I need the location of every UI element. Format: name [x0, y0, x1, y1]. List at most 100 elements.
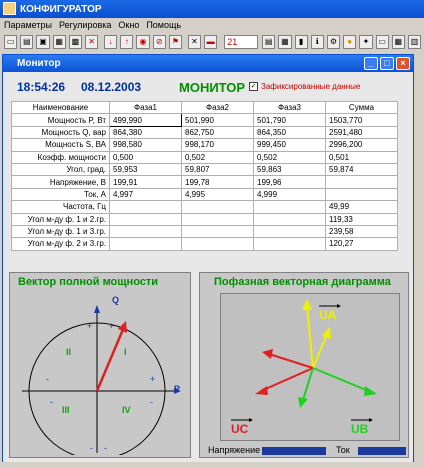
table-cell[interactable]: 998,170 [181, 138, 254, 152]
power-vector-title: Вектор полной мощности [18, 276, 159, 288]
open-folder-icon[interactable]: ▤ [20, 35, 34, 49]
battery-icon[interactable]: ▮ [294, 35, 308, 49]
measurements-table: Наименование Фаза1 Фаза2 Фаза3 Сумма Мощ… [11, 100, 398, 251]
table-cell[interactable] [325, 187, 398, 202]
table-cell[interactable]: 0,501 [325, 150, 398, 164]
app-icon [3, 2, 16, 15]
print-icon[interactable]: ▦ [52, 35, 66, 49]
upload-icon[interactable]: ↑ [120, 35, 134, 49]
table-cell[interactable]: 2591,480 [325, 125, 398, 140]
table-cell[interactable]: 0,502 [181, 150, 254, 164]
stop-device-icon[interactable]: ✕ [85, 35, 99, 49]
table-cell[interactable]: 0,500 [109, 150, 182, 164]
table-cell[interactable] [181, 224, 254, 239]
table-icon[interactable]: ▤ [262, 35, 276, 49]
row-label: Угол м-ду ф. 1 и 3.гр. [11, 224, 110, 239]
power-vector-panel: Вектор полной мощности Q P I II III IV +… [9, 272, 191, 458]
connect-icon[interactable]: ◉ [136, 35, 150, 49]
row-label: Угол м-ду ф. 1 и 2.гр. [11, 212, 110, 226]
menu-item-adjustment[interactable]: Регулировка [59, 20, 111, 30]
new-file-icon[interactable]: ▭ [4, 35, 18, 49]
table-cell[interactable] [109, 237, 182, 251]
calculator-icon[interactable]: ▦ [278, 35, 292, 49]
table-cell[interactable]: 862,750 [181, 125, 254, 140]
table-cell[interactable]: 59,874 [325, 162, 398, 177]
monitor-window-titlebar: Монитор _ □ × [3, 55, 413, 72]
table-row: Угол м-ду ф. 1 и 2.гр. 119,33 [11, 212, 398, 226]
maximize-button[interactable]: □ [380, 57, 394, 70]
table-cell[interactable]: 864,350 [253, 125, 326, 140]
disconnect-icon[interactable]: ⊘ [152, 35, 166, 49]
grid-icon[interactable]: ▦ [391, 35, 405, 49]
table-cell[interactable]: 199,96 [253, 175, 326, 189]
table-cell[interactable]: 2996,200 [325, 138, 398, 152]
table-cell[interactable]: 0,502 [253, 150, 326, 164]
phase-vectors [231, 299, 377, 422]
menu-item-parameters[interactable]: Параметры [4, 20, 52, 30]
table-row: Напряжение, В 199,91 199,78 199,96 [11, 175, 398, 189]
table-cell[interactable] [181, 200, 254, 214]
lamp-icon[interactable]: ● [343, 35, 357, 49]
download-icon[interactable]: ↓ [104, 35, 118, 49]
table-cell[interactable]: 4,997 [109, 187, 182, 202]
quadrant-sign: + [109, 321, 115, 331]
meter-icon[interactable]: ▬ [204, 35, 218, 49]
table-cell[interactable]: 499,990 [109, 113, 182, 127]
ib-arrowhead-icon [298, 397, 308, 408]
menu-item-window[interactable]: Окно [118, 20, 139, 30]
uc-voltage-vector [260, 367, 314, 392]
table-cell[interactable]: 199,91 [109, 175, 182, 189]
time-readout: 18:54:26 [17, 80, 66, 94]
fixed-data-checkbox[interactable]: ✓ [249, 82, 258, 91]
info-icon[interactable]: ℹ [310, 35, 324, 49]
table-cell[interactable]: 998,580 [109, 138, 182, 152]
table-cell[interactable] [253, 212, 326, 226]
device-icon[interactable]: ▩ [68, 35, 83, 49]
table-cell[interactable]: 59,807 [181, 162, 254, 177]
table-cell[interactable] [253, 224, 326, 239]
ua-arrowhead-icon [302, 299, 312, 310]
monitor-icon[interactable]: ▭ [375, 35, 389, 49]
flag-icon[interactable]: ⚑ [168, 35, 183, 49]
toolbar: ▭ ▤ ▣ ▦ ▩ ✕ ↓ ↑ ◉ ⊘ ⚑ ✕ ▬ 21 ▤ ▦ ▮ ℹ ⚙ ●… [0, 32, 424, 52]
table-cell[interactable] [109, 200, 182, 214]
table-cell[interactable]: 1503,770 [325, 113, 398, 127]
quadrant-label: I [124, 347, 127, 357]
cancel-icon[interactable]: ✕ [187, 35, 202, 49]
table-cell[interactable]: 999,450 [253, 138, 326, 152]
magic-icon[interactable]: ✦ [359, 35, 373, 49]
table-cell[interactable] [253, 237, 326, 251]
address-field[interactable]: 21 [224, 35, 259, 49]
table-cell[interactable]: 119,33 [325, 212, 398, 226]
table-cell[interactable] [253, 200, 326, 214]
quadrant-label: II [66, 347, 72, 357]
table-cell[interactable]: 239,58 [325, 224, 398, 239]
power-vector [95, 326, 126, 392]
table-cell[interactable]: 199,78 [181, 175, 254, 189]
current-legend-swatch [358, 447, 406, 455]
table-cell[interactable]: 49,99 [325, 200, 398, 214]
table-row: Ток, А 4,997 4,995 4,999 [11, 187, 398, 202]
table-cell[interactable]: 501,790 [253, 113, 326, 127]
table-cell[interactable]: 864,380 [109, 125, 182, 140]
q-axis-arrow-icon [94, 305, 100, 313]
menu-item-help[interactable]: Помощь [146, 20, 181, 30]
table-cell[interactable]: 120,27 [325, 237, 398, 251]
table-cell[interactable] [109, 224, 182, 239]
table-cell[interactable]: 59,863 [253, 162, 326, 177]
table-cell[interactable]: 4,999 [253, 187, 326, 202]
chart-icon[interactable]: ▥ [407, 35, 422, 49]
settings-icon[interactable]: ⚙ [326, 35, 341, 49]
table-cell[interactable] [181, 237, 254, 251]
table-cell[interactable]: 59,953 [109, 162, 182, 177]
app-titlebar: КОНФИГУРАТОР [0, 0, 424, 18]
table-cell[interactable]: 4,995 [181, 187, 254, 202]
table-cell[interactable] [325, 175, 398, 189]
minimize-button[interactable]: _ [364, 57, 378, 70]
save-icon[interactable]: ▣ [36, 35, 50, 49]
table-cell[interactable] [109, 212, 182, 226]
close-button[interactable]: × [396, 57, 410, 70]
quadrant-sign: - [104, 443, 107, 453]
table-cell[interactable] [181, 212, 254, 226]
table-cell[interactable]: 501,990 [181, 113, 254, 127]
